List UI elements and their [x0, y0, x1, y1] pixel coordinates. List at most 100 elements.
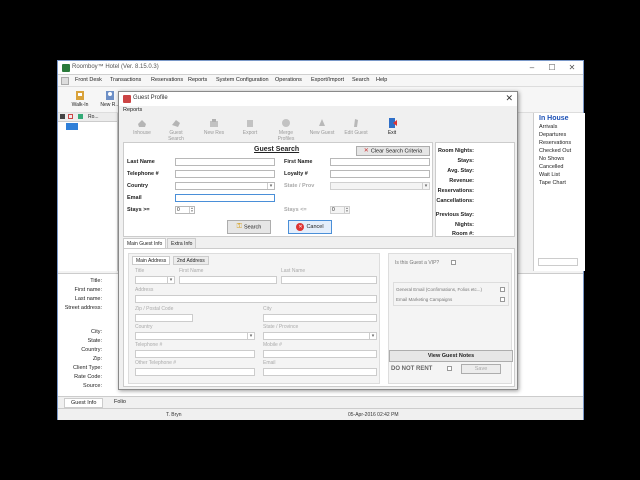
- stays-gte-value: 0: [177, 207, 180, 213]
- edit-guest-label: Edit Guest: [344, 130, 368, 136]
- maximize-button[interactable]: ☐: [545, 63, 559, 73]
- telephone-input[interactable]: [175, 170, 275, 178]
- search-icon: ⚿: [236, 223, 242, 230]
- in-house-cancelled[interactable]: Cancelled: [539, 164, 563, 170]
- export-button[interactable]: Export: [235, 116, 265, 140]
- pin-icon: [60, 114, 65, 119]
- new-res-button[interactable]: New Res: [199, 116, 229, 140]
- export-label: Export: [242, 130, 258, 136]
- addr-mobile-input[interactable]: [263, 350, 377, 358]
- tab-guest-info[interactable]: Guest Info: [64, 398, 104, 408]
- loyalty-label: Loyalty #: [284, 171, 308, 177]
- tab-folio[interactable]: Folio: [108, 398, 132, 408]
- addr-address-input[interactable]: [135, 295, 377, 303]
- in-house-reservations[interactable]: Reservations: [539, 140, 571, 146]
- inhouse-button[interactable]: Inhouse: [127, 116, 157, 140]
- marketing-email-label: Email Marketing Campaigns: [396, 297, 453, 302]
- guest-info-tabs: Main Guest Info Extra Info: [123, 238, 515, 248]
- vip-question-label: Is this Guest a VIP?: [395, 260, 440, 266]
- selected-row[interactable]: [66, 123, 78, 130]
- menu-search[interactable]: Search: [352, 77, 369, 83]
- menu-front-desk[interactable]: Front Desk: [75, 77, 102, 83]
- in-house-scrollbar[interactable]: [538, 258, 578, 266]
- in-house-tape-chart[interactable]: Tape Chart: [539, 180, 566, 186]
- last-name-input[interactable]: [175, 158, 275, 166]
- close-main-button[interactable]: ✕: [565, 63, 579, 73]
- marketing-email-checkbox[interactable]: [500, 297, 505, 302]
- minimize-button[interactable]: –: [525, 63, 539, 73]
- in-house-checked-out[interactable]: Checked Out: [539, 148, 571, 154]
- addr-country-select[interactable]: ▾: [135, 332, 255, 340]
- cancel-button[interactable]: ✕ Cancel: [288, 220, 332, 234]
- status-user: T. Bryn: [166, 412, 182, 418]
- addr-state-select[interactable]: ▾: [263, 332, 377, 340]
- addr-last-name-input[interactable]: [281, 276, 377, 284]
- menu-reservations[interactable]: Reservations: [151, 77, 183, 83]
- menu-reports[interactable]: Reports: [188, 77, 207, 83]
- state-prov-select[interactable]: ▾: [330, 182, 430, 190]
- inhouse-icon: [138, 120, 146, 127]
- addr-zip-input[interactable]: [135, 314, 193, 322]
- new-reservation-icon: [106, 91, 114, 100]
- clear-search-button[interactable]: ✕ Clear Search Criteria: [356, 146, 430, 156]
- dialog-menu-reports[interactable]: Reports: [123, 107, 142, 113]
- addr-telephone-input[interactable]: [135, 350, 255, 358]
- addr-other-telephone-input[interactable]: [135, 368, 255, 376]
- addr-city-label: City: [263, 306, 272, 312]
- spinner-icon[interactable]: ▲ ▼: [344, 207, 349, 213]
- menu-help[interactable]: Help: [376, 77, 387, 83]
- exit-button[interactable]: Exit: [377, 116, 407, 140]
- app-logo-icon: [62, 64, 70, 72]
- dialog-close-button[interactable]: ✕: [505, 93, 513, 104]
- stays-lte-stepper[interactable]: 0 ▲ ▼: [330, 206, 350, 214]
- addr-email-input[interactable]: [263, 368, 377, 376]
- loyalty-input[interactable]: [330, 170, 430, 178]
- addr-title-select[interactable]: ▾: [135, 276, 175, 284]
- detail-street-label: Street address:: [64, 305, 102, 311]
- tab-2nd-address[interactable]: 2nd Address: [173, 256, 209, 265]
- main-title-bar: Roomboy™ Hotel (Ver. 8.15.0.3) – ☐ ✕: [58, 61, 583, 75]
- menu-export-import[interactable]: Export/Import: [311, 77, 344, 83]
- menu-system-configuration[interactable]: System Configuration: [216, 77, 269, 83]
- do-not-rent-checkbox[interactable]: [447, 366, 452, 371]
- first-name-input[interactable]: [330, 158, 430, 166]
- guest-profile-dialog: Guest Profile ✕ Reports Inhouse Guest Se…: [118, 91, 518, 390]
- merge-profiles-button[interactable]: Merge Profiles: [271, 116, 301, 142]
- menu-operations[interactable]: Operations: [275, 77, 302, 83]
- tab-main-address[interactable]: Main Address: [132, 256, 171, 265]
- general-email-checkbox[interactable]: [500, 287, 505, 292]
- status-bar: T. Bryn 05-Apr-2016 02:42 PM: [58, 408, 583, 420]
- search-label: Search: [243, 224, 262, 231]
- country-select[interactable]: ▾: [175, 182, 275, 190]
- guest-search-button[interactable]: Guest Search: [161, 116, 191, 142]
- vip-checkbox[interactable]: [451, 260, 456, 265]
- in-house-arrivals[interactable]: Arrivals: [539, 124, 557, 130]
- tab-main-guest-info[interactable]: Main Guest Info: [123, 238, 167, 248]
- menu-transactions[interactable]: Transactions: [110, 77, 141, 83]
- flag-icon: [68, 114, 73, 119]
- walk-in-button[interactable]: Walk-In: [68, 89, 92, 111]
- email-preferences-group: General Email (Confirmations, Folios etc…: [393, 282, 509, 306]
- system-menu-icon[interactable]: [61, 77, 69, 85]
- in-house-departures[interactable]: Departures: [539, 132, 566, 138]
- search-button[interactable]: ⚿ Search: [227, 220, 271, 234]
- email-input[interactable]: [175, 194, 275, 202]
- in-house-no-shows[interactable]: No Shows: [539, 156, 564, 162]
- edit-guest-button[interactable]: Edit Guest: [341, 116, 371, 140]
- merge-profiles-icon: [282, 119, 290, 127]
- save-button[interactable]: Save: [461, 364, 501, 374]
- edit-guest-icon: [354, 119, 358, 127]
- addr-first-name-input[interactable]: [179, 276, 277, 284]
- spinner-icon[interactable]: ▲ ▼: [189, 207, 194, 213]
- save-label: Save: [474, 366, 488, 372]
- new-guest-button[interactable]: New Guest: [307, 116, 337, 140]
- stays-gte-stepper[interactable]: 0 ▲ ▼: [175, 206, 195, 214]
- tab-extra-info[interactable]: Extra Info: [167, 238, 197, 248]
- in-house-wait-list[interactable]: Wait List: [539, 172, 560, 178]
- view-guest-notes-button[interactable]: View Guest Notes: [389, 350, 513, 362]
- view-guest-notes-label: View Guest Notes: [427, 353, 475, 359]
- telephone-label: Telephone #: [127, 171, 159, 177]
- room-grid[interactable]: Ro...: [58, 113, 118, 271]
- addr-city-input[interactable]: [263, 314, 377, 322]
- room-column-header[interactable]: Ro...: [88, 114, 99, 120]
